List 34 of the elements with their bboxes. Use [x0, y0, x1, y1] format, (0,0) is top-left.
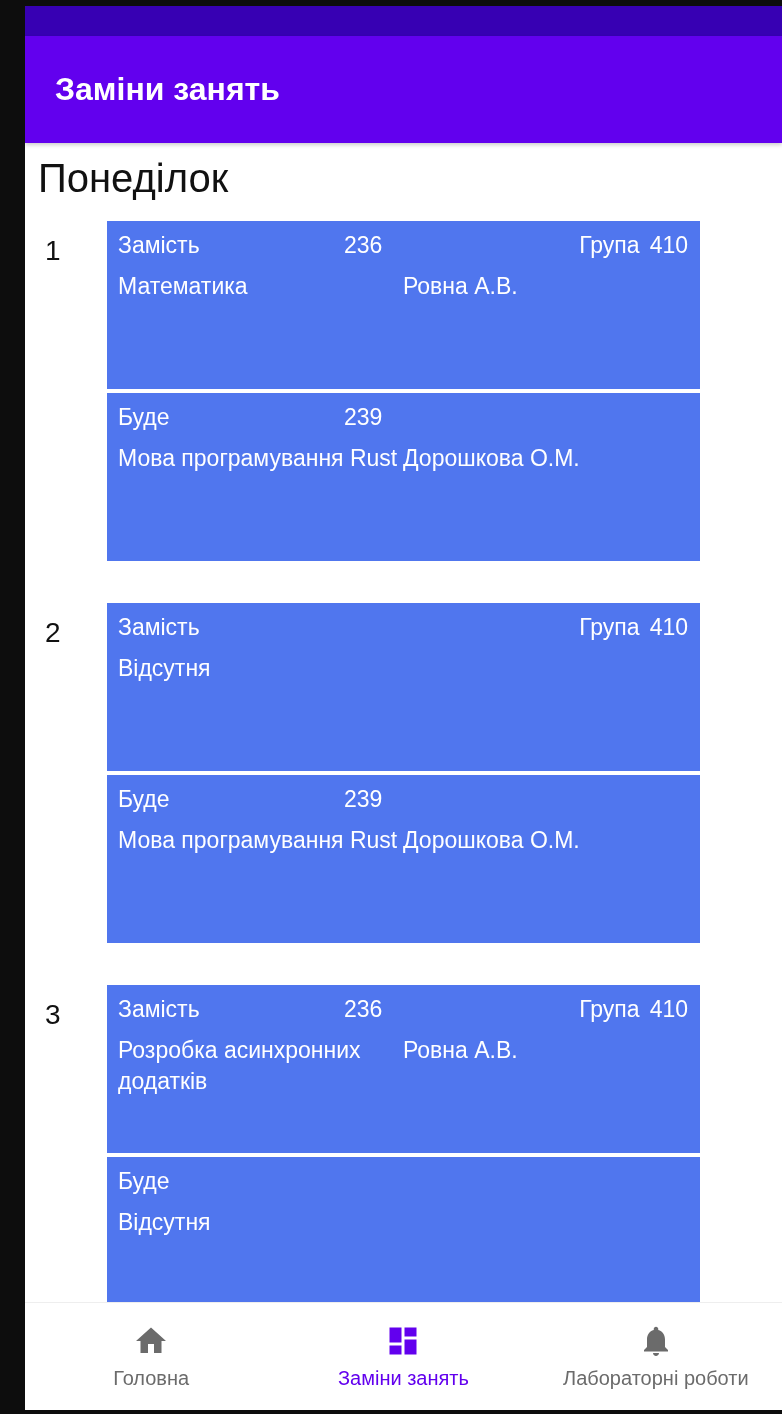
lesson-number: 3 — [44, 998, 62, 1032]
nav-tab[interactable]: Заміни занять — [277, 1303, 530, 1410]
subject-name: Відсутня — [118, 1209, 211, 1235]
subject-name: Відсутня — [118, 655, 211, 681]
group-label: Група — [579, 231, 640, 259]
day-heading: Понеділок — [38, 155, 230, 202]
teacher-name: Дорошкова О.М. — [403, 445, 580, 471]
teacher-name: Ровна А.В. — [403, 273, 518, 299]
lesson-number: 1 — [44, 234, 62, 268]
group-label: Група — [579, 613, 640, 641]
room-number: 236 — [344, 996, 383, 1022]
teacher-name: Ровна А.В. — [403, 1037, 518, 1063]
group-number: 410 — [649, 231, 688, 259]
app-title: Заміни занять — [55, 71, 280, 108]
group-number: 410 — [649, 995, 688, 1023]
room-number: 236 — [344, 232, 383, 258]
subject-name: Мова програмування Rust — [118, 827, 398, 853]
status-label: Замість — [118, 614, 200, 640]
nav-tab[interactable]: Лабораторні роботи — [529, 1303, 782, 1410]
subject-name: Розробка асинхронних додатків — [118, 1037, 361, 1094]
group-label: Група — [579, 995, 640, 1023]
status-label: Буде — [118, 1168, 170, 1194]
group-number: 410 — [649, 613, 688, 641]
status-label: Буде — [118, 786, 170, 812]
room-number: 239 — [344, 786, 383, 812]
status-label: Замість — [118, 996, 200, 1022]
teacher-name: Дорошкова О.М. — [403, 827, 580, 853]
nav-tab[interactable]: Головна — [25, 1303, 278, 1410]
lesson-number: 2 — [44, 616, 62, 650]
room-number: 239 — [344, 404, 383, 430]
subject-name: Математика — [118, 273, 248, 299]
status-label: Буде — [118, 404, 170, 430]
subject-name: Мова програмування Rust — [118, 445, 398, 471]
status-label: Замість — [118, 232, 200, 258]
